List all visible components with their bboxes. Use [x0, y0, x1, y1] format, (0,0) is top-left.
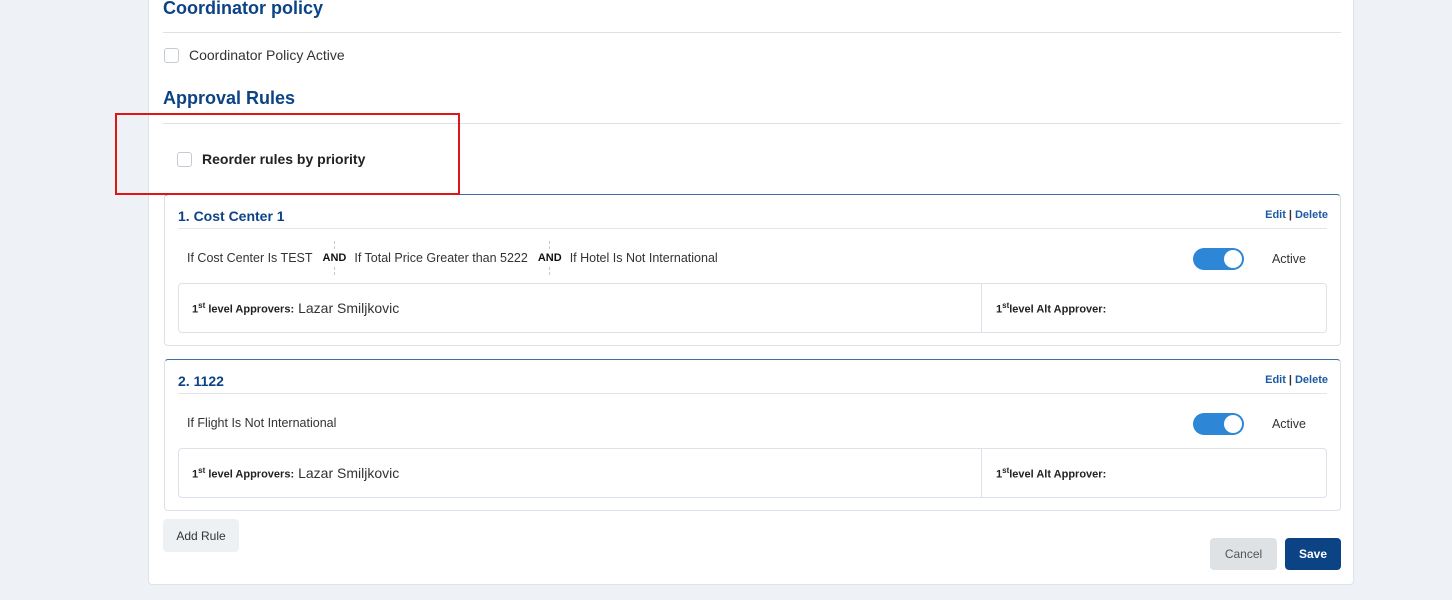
approval-rules-title: Approval Rules [163, 88, 296, 108]
coordinator-policy-checkbox[interactable] [164, 48, 179, 63]
active-toggle[interactable] [1193, 248, 1244, 270]
active-label: Active [1271, 252, 1306, 266]
approver-level-label: 1st level Approvers: [192, 465, 295, 481]
and-label: AND [537, 252, 562, 264]
coordinator-policy-label: Coordinator Policy Active [189, 47, 345, 63]
rule-actions: Edit | Delete [1265, 374, 1328, 386]
toggle-knob [1224, 415, 1242, 433]
and-connector: AND [538, 241, 562, 275]
and-connector: AND [322, 241, 347, 275]
approvers-box: 1st level Approvers: Lazar Smiljkovic 1s… [178, 448, 1327, 498]
active-toggle[interactable] [1193, 413, 1244, 435]
condition-flight: If Flight Is Not International [187, 416, 337, 430]
alt-approvers: 1stlevel Alt Approver: [982, 284, 1326, 332]
divider [163, 32, 1341, 33]
condition-hotel: If Hotel Is Not International [569, 251, 718, 265]
add-rule-button[interactable]: Add Rule [163, 519, 239, 552]
rule-conditions: If Flight Is Not International [187, 406, 336, 440]
divider [178, 393, 1327, 394]
alt-approvers: 1stlevel Alt Approver: [982, 449, 1326, 497]
primary-approvers: 1st level Approvers: Lazar Smiljkovic [179, 284, 982, 332]
alt-approver-label: 1stlevel Alt Approver: [996, 300, 1107, 316]
rule-title: 2. 1122 [178, 373, 224, 389]
cancel-button[interactable]: Cancel [1210, 538, 1277, 570]
approver-name: Lazar Smiljkovic [298, 465, 400, 481]
highlight-box [115, 113, 460, 195]
delete-link[interactable]: Delete [1295, 374, 1328, 386]
rule-card-2: 2. 1122 Edit | Delete If Flight Is Not Int… [164, 359, 1341, 511]
policy-panel: Coordinator policy Coordinator Policy Ac… [148, 0, 1354, 585]
rule-conditions: If Cost Center Is TEST AND If Total Pric… [187, 241, 718, 275]
save-button[interactable]: Save [1285, 538, 1341, 570]
and-label: AND [322, 252, 347, 264]
delete-link[interactable]: Delete [1295, 209, 1328, 221]
edit-link[interactable]: Edit [1265, 374, 1286, 386]
alt-approver-label: 1stlevel Alt Approver: [996, 465, 1107, 481]
condition-total-price: If Total Price Greater than 5222 [354, 251, 528, 265]
condition-cost-center: If Cost Center Is TEST [187, 251, 313, 265]
active-label: Active [1271, 417, 1306, 431]
approver-level-label: 1st level Approvers: [192, 300, 295, 316]
edit-link[interactable]: Edit [1265, 209, 1286, 221]
approver-name: Lazar Smiljkovic [298, 300, 400, 316]
rule-actions: Edit | Delete [1265, 209, 1328, 221]
divider [178, 228, 1327, 229]
rule-title: 1. Cost Center 1 [178, 208, 285, 224]
primary-approvers: 1st level Approvers: Lazar Smiljkovic [179, 449, 982, 497]
rule-card-1: 1. Cost Center 1 Edit | Delete If Cost Cen… [164, 194, 1341, 346]
toggle-knob [1224, 250, 1242, 268]
approvers-box: 1st level Approvers: Lazar Smiljkovic 1s… [178, 283, 1327, 333]
coordinator-policy-title: Coordinator policy [163, 0, 324, 18]
